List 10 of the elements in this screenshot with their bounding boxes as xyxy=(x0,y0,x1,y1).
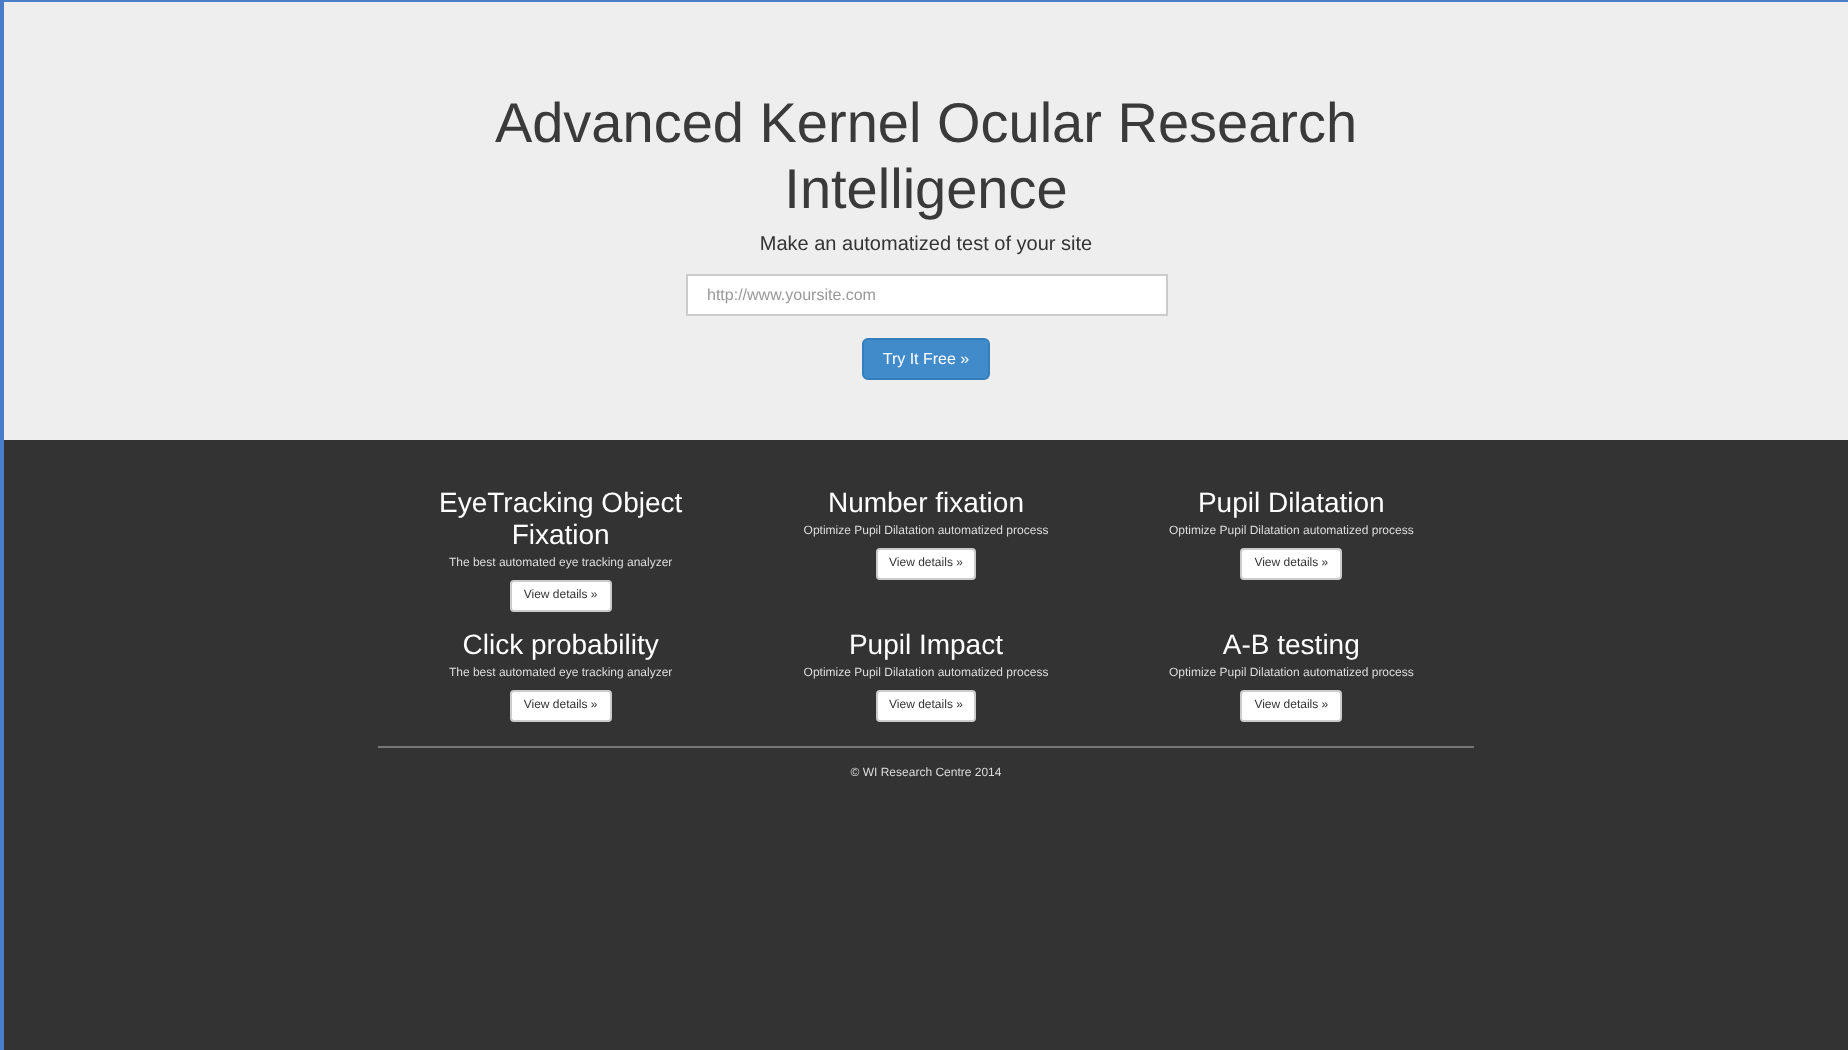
feature-title: Pupil Dilatation xyxy=(1195,486,1387,518)
feature-title: Number fixation xyxy=(825,486,1026,518)
feature-title: Click probability xyxy=(460,628,661,660)
try-free-button[interactable]: Try It Free » xyxy=(862,338,990,380)
subtitle: Make an automatized test of your site xyxy=(759,234,1093,256)
feature-title: Pupil Impact xyxy=(846,628,1005,660)
feature-title: A-B testing xyxy=(1220,628,1362,660)
page-title: Advanced Kernel Ocular Research Intelligence xyxy=(492,90,1360,222)
feature-title: EyeTracking Object Fixation xyxy=(437,486,685,550)
url-field[interactable]: http://www.yoursite.com xyxy=(685,274,1167,316)
